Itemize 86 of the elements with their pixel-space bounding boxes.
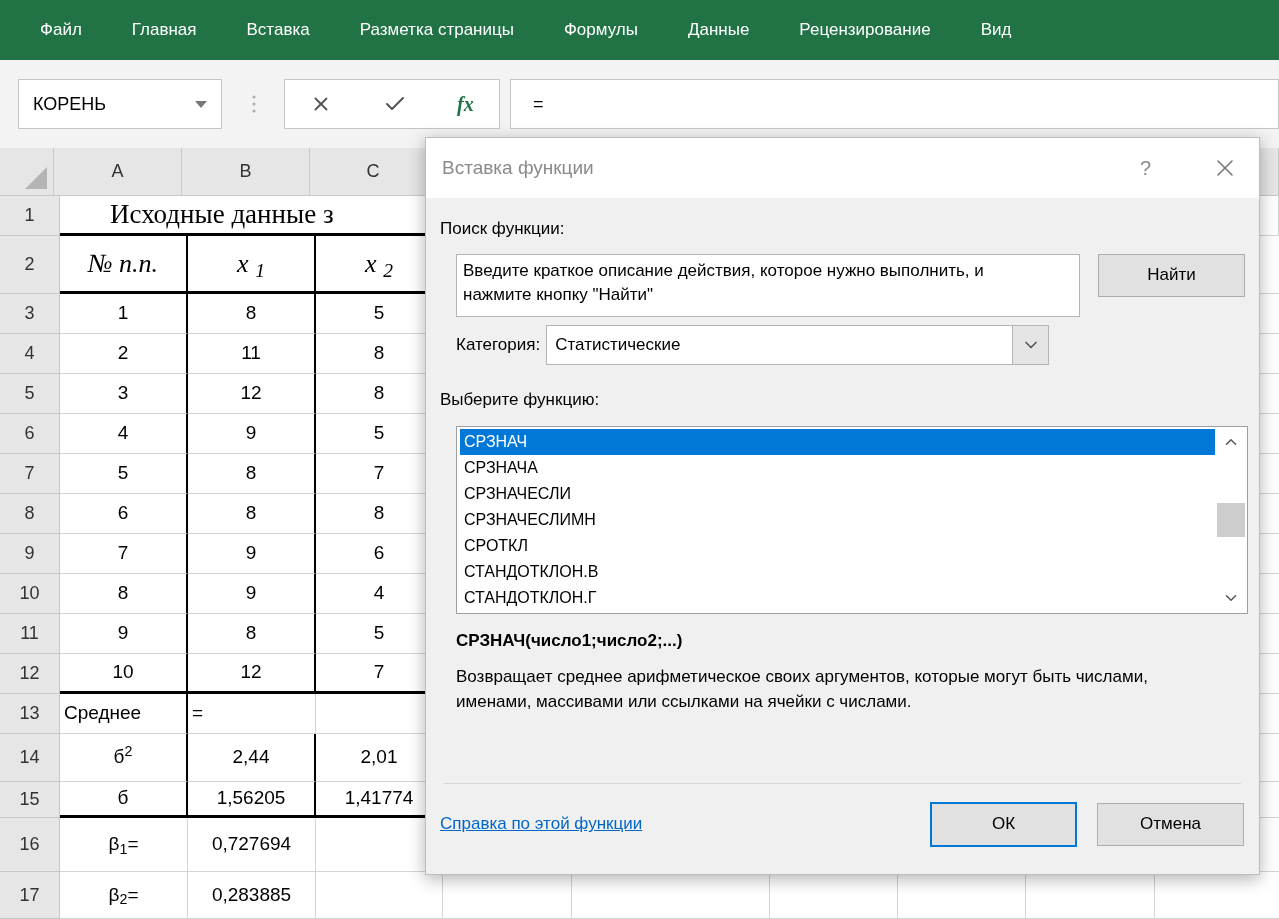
function-list-item[interactable]: СРОТКЛ xyxy=(460,533,1215,559)
function-list-item[interactable]: СРЗНАЧ xyxy=(460,429,1215,455)
row-number[interactable]: 5 xyxy=(0,374,60,414)
row-number[interactable]: 14 xyxy=(0,734,60,782)
help-button[interactable]: ? xyxy=(1139,153,1151,183)
help-link[interactable]: Справка по этой функции xyxy=(440,811,930,837)
table-cell[interactable]: 2,44 xyxy=(188,734,316,782)
table-cell[interactable]: 5 xyxy=(60,454,188,494)
table-cell[interactable]: 8 xyxy=(188,294,316,334)
row-number[interactable]: 2 xyxy=(0,236,60,294)
row-number[interactable]: 12 xyxy=(0,654,60,694)
row-number[interactable]: 4 xyxy=(0,334,60,374)
ribbon-tab[interactable]: Формулы xyxy=(563,17,638,43)
search-field[interactable]: Введите краткое описание действия, которое нужно выполнить, и нажмите кнопку "Найти" xyxy=(456,253,1081,317)
table-cell[interactable]: 0,283885 xyxy=(188,872,316,919)
table-cell[interactable]: 9 xyxy=(188,414,316,454)
function-list-item[interactable]: СТАНДОТКЛОН.Г xyxy=(460,585,1215,611)
category-select[interactable]: Статистические xyxy=(546,324,1050,365)
table-cell[interactable]: 8 xyxy=(60,574,188,614)
row-number[interactable]: 16 xyxy=(0,818,60,872)
ribbon-tab[interactable]: Вставка xyxy=(246,17,310,43)
ribbon-tab[interactable]: Данные xyxy=(687,17,750,43)
row-number[interactable]: 17 xyxy=(0,872,60,919)
row-number[interactable]: 13 xyxy=(0,694,60,734)
drag-handle-icon xyxy=(252,94,256,114)
table-cell[interactable]: 7 xyxy=(60,534,188,574)
select-all-triangle-icon xyxy=(25,167,47,189)
table-cell[interactable]: x $_{1}$ xyxy=(188,236,316,294)
table-cell[interactable]: 12 xyxy=(188,374,316,414)
row-number[interactable]: 9 xyxy=(0,534,60,574)
ribbon-tab[interactable]: Рецензирование xyxy=(799,17,931,43)
function-signature: СРЗНАЧ(число1;число2;...) xyxy=(456,630,684,652)
row-number[interactable]: 11 xyxy=(0,614,60,654)
row-number[interactable]: 6 xyxy=(0,414,60,454)
insert-function-button[interactable]: fx xyxy=(457,89,474,119)
row-number[interactable]: 8 xyxy=(0,494,60,534)
cancel-button[interactable]: Отмена xyxy=(1097,802,1244,846)
function-list-item[interactable]: СРЗНАЧЕСЛИ xyxy=(460,481,1215,507)
scrollbar-thumb[interactable] xyxy=(1217,503,1245,537)
row-number[interactable]: 10 xyxy=(0,574,60,614)
function-list-item[interactable]: СРЗНАЧА xyxy=(460,455,1215,481)
category-label: Категория: xyxy=(456,333,541,356)
table-cell[interactable]: 12 xyxy=(188,654,316,694)
column-header[interactable]: A xyxy=(54,148,182,196)
function-list-label: Выберите функцию: xyxy=(440,388,601,411)
ribbon-tab[interactable]: Главная xyxy=(131,17,197,43)
table-cell[interactable]: 6 xyxy=(60,494,188,534)
table-cell[interactable]: 9 xyxy=(60,614,188,654)
ribbon-tab[interactable]: Разметка страницы xyxy=(359,17,514,43)
dialog-title: Вставка функции xyxy=(442,155,595,180)
ribbon-tab[interactable]: Вид xyxy=(980,17,1012,43)
table-cell[interactable]: 11 xyxy=(188,334,316,374)
column-header[interactable]: B xyxy=(182,148,310,196)
find-button[interactable]: Найти xyxy=(1098,253,1245,297)
ok-button[interactable]: ОК xyxy=(930,801,1077,847)
table-cell[interactable]: 1,56205 xyxy=(188,782,316,818)
row-number[interactable]: 1 xyxy=(0,196,60,236)
table-cell[interactable]: 8 xyxy=(188,494,316,534)
table-cell[interactable]: 3 xyxy=(60,374,188,414)
table-cell[interactable]: 8 xyxy=(188,454,316,494)
table-cell[interactable]: Среднее xyxy=(60,694,188,734)
table-cell[interactable]: 8 xyxy=(188,614,316,654)
search-label: Поиск функции: xyxy=(440,218,566,240)
table-cell[interactable]: 1 xyxy=(60,294,188,334)
table-cell[interactable]: № п.п. xyxy=(60,236,188,294)
function-description: Возвращает среднее арифметическое своих аргументов, которые могут быть числами, именами, массивами или ссылками на ячейки с числами. xyxy=(456,665,1149,713)
table-cell[interactable]: б$^{2}$ xyxy=(60,734,188,782)
row-number[interactable]: 7 xyxy=(0,454,60,494)
dropdown-caret-icon xyxy=(195,100,207,108)
table-cell[interactable]: 10 xyxy=(60,654,188,694)
function-list-item[interactable]: СТАНДОТКЛОН.В xyxy=(460,559,1215,585)
table-cell[interactable]: β$_{1}$= xyxy=(60,818,188,872)
function-list-item[interactable]: СРЗНАЧЕСЛИМН xyxy=(460,507,1215,533)
row-number[interactable]: 15 xyxy=(0,782,60,818)
ribbon-tab[interactable]: Файл xyxy=(40,17,82,43)
row-number[interactable]: 3 xyxy=(0,294,60,334)
table-cell[interactable]: б xyxy=(60,782,188,818)
table-cell[interactable]: 9 xyxy=(188,534,316,574)
table-cell[interactable]: β$_{2}$= xyxy=(60,872,188,919)
name-box[interactable]: КОРЕНЬ xyxy=(18,79,222,129)
table-cell[interactable]: 4 xyxy=(60,414,188,454)
table-cell[interactable]: 9 xyxy=(188,574,316,614)
formula-field[interactable]: = xyxy=(510,79,1279,129)
table-cell[interactable]: = xyxy=(188,694,316,734)
table-cell[interactable]: 2 xyxy=(60,334,188,374)
table-cell[interactable]: 0,727694 xyxy=(188,818,316,872)
